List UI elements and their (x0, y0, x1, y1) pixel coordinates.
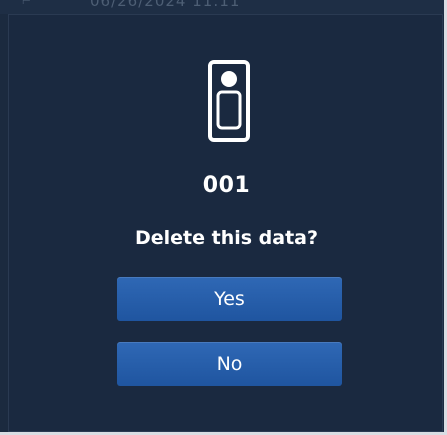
background-header: ⊢ 06/26/2024 11:11 (0, 0, 447, 14)
screen: ⊢ 06/26/2024 11:11 001 Delete this data?… (0, 0, 447, 435)
background-tick-icon: ⊢ (22, 0, 31, 7)
no-button[interactable]: No (117, 342, 342, 386)
delete-confirmation-dialog: 001 Delete this data? Yes No (8, 14, 443, 432)
person-card-icon (207, 59, 251, 143)
background-datetime: 06/26/2024 11:11 (90, 0, 241, 10)
record-id: 001 (202, 173, 251, 198)
yes-button[interactable]: Yes (117, 277, 342, 321)
confirmation-question: Delete this data? (134, 227, 319, 249)
